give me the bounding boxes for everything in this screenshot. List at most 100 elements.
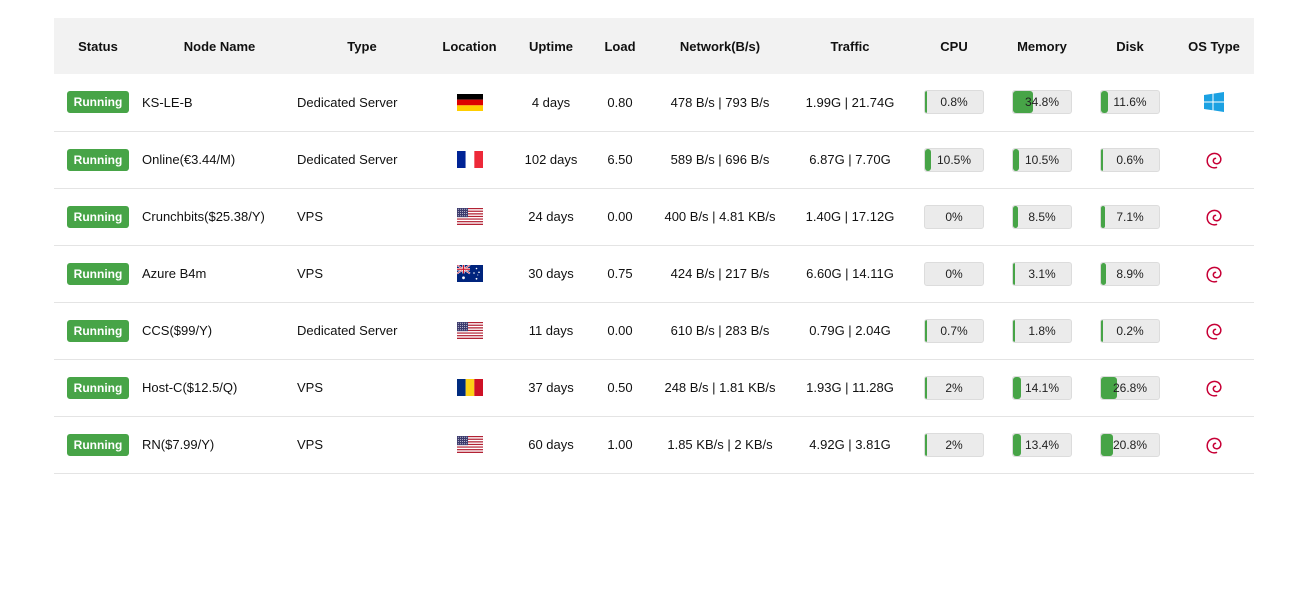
memory-value: 10.5%: [1024, 152, 1060, 167]
header-status[interactable]: Status: [54, 18, 142, 74]
debian-icon: [1203, 434, 1225, 456]
network: 589 B/s | 696 B/s: [670, 152, 770, 167]
memory-progress-bar: 13.4%: [1012, 432, 1072, 457]
os-cell: [1174, 302, 1254, 359]
memory-value: 3.1%: [1028, 266, 1056, 281]
header-type[interactable]: Type: [297, 18, 427, 74]
cpu-progress-fill: [925, 376, 927, 399]
romania-flag: [456, 379, 483, 397]
network: 248 B/s | 1.81 KB/s: [664, 380, 776, 395]
header-uptime[interactable]: Uptime: [512, 18, 590, 74]
uptime: 30 days: [528, 266, 574, 281]
node-type: VPS: [297, 380, 324, 395]
header-os-type[interactable]: OS Type: [1174, 18, 1254, 74]
germany-flag: [456, 93, 483, 111]
server-status-panel: Status Node Name Type Location Uptime Lo…: [54, 18, 1254, 474]
cpu-cell: 0%: [910, 245, 998, 302]
cpu-progress-fill: [925, 433, 927, 456]
uptime: 11 days: [528, 323, 574, 338]
cpu-value: 2%: [945, 437, 963, 452]
node-name: Azure B4m: [142, 266, 207, 281]
traffic: 6.60G | 14.11G: [806, 266, 894, 281]
traffic: 0.79G | 2.04G: [809, 323, 891, 338]
disk-progress-bar: 26.8%: [1100, 375, 1160, 400]
cpu-progress-bar: 0.8%: [924, 90, 984, 115]
header-traffic[interactable]: Traffic: [790, 18, 910, 74]
memory-cell: 13.4%: [998, 416, 1086, 473]
node-name: RN($7.99/Y): [142, 437, 215, 452]
table-row[interactable]: Running RN($7.99/Y) VPS 60 days 1.00 1.8…: [54, 416, 1254, 473]
memory-cell: 10.5%: [998, 131, 1086, 188]
header-memory[interactable]: Memory: [998, 18, 1086, 74]
cpu-cell: 0.8%: [910, 74, 998, 131]
disk-value: 20.8%: [1112, 437, 1148, 452]
header-network[interactable]: Network(B/s): [650, 18, 790, 74]
debian-icon: [1203, 377, 1225, 399]
load: 0.80: [607, 94, 633, 110]
disk-cell: 0.2%: [1086, 302, 1174, 359]
status-badge: Running: [66, 376, 130, 399]
table-header-row: Status Node Name Type Location Uptime Lo…: [54, 18, 1254, 74]
header-node-name[interactable]: Node Name: [142, 18, 297, 74]
disk-value: 11.6%: [1113, 95, 1147, 110]
disk-progress-fill: [1101, 319, 1103, 342]
memory-cell: 8.5%: [998, 188, 1086, 245]
cpu-value: 0.8%: [940, 95, 968, 110]
header-location[interactable]: Location: [427, 18, 512, 74]
location-cell: [427, 131, 512, 188]
cpu-progress-fill: [925, 148, 932, 171]
memory-value: 8.5%: [1028, 209, 1056, 224]
load: 6.50: [607, 152, 633, 167]
header-disk[interactable]: Disk: [1086, 18, 1174, 74]
memory-progress-fill: [1013, 319, 1015, 342]
table-row[interactable]: Running KS-LE-B Dedicated Server 4 days …: [54, 74, 1254, 131]
cpu-progress-fill: [925, 319, 927, 342]
node-name: Online(€3.44/M): [142, 152, 236, 167]
header-load[interactable]: Load: [590, 18, 650, 74]
os-cell: [1174, 131, 1254, 188]
cpu-progress-fill: [925, 91, 927, 114]
status-badge: Running: [66, 148, 130, 171]
memory-value: 13.4%: [1024, 437, 1060, 452]
status-badge: Running: [66, 319, 130, 342]
memory-progress-fill: [1013, 433, 1021, 456]
table-row[interactable]: Running Crunchbits($25.38/Y) VPS 24 days…: [54, 188, 1254, 245]
status-badge: Running: [66, 91, 130, 114]
disk-progress-fill: [1101, 433, 1114, 456]
memory-progress-bar: 14.1%: [1012, 375, 1072, 400]
cpu-value: 0%: [945, 209, 963, 224]
disk-value: 7.1%: [1116, 209, 1144, 224]
traffic: 1.93G | 11.28G: [806, 380, 894, 395]
traffic: 4.92G | 3.81G: [809, 437, 891, 452]
disk-progress-bar: 8.9%: [1100, 261, 1160, 286]
memory-cell: 14.1%: [998, 359, 1086, 416]
location-cell: [427, 302, 512, 359]
france-flag: [456, 151, 483, 169]
cpu-progress-bar: 2%: [924, 375, 984, 400]
memory-value: 34.8%: [1024, 95, 1060, 110]
header-cpu[interactable]: CPU: [910, 18, 998, 74]
memory-cell: 34.8%: [998, 74, 1086, 131]
table-row[interactable]: Running Online(€3.44/M) Dedicated Server…: [54, 131, 1254, 188]
cpu-cell: 0%: [910, 188, 998, 245]
node-type: Dedicated Server: [297, 323, 398, 338]
node-name: Host-C($12.5/Q): [142, 380, 238, 395]
table-row[interactable]: Running Host-C($12.5/Q) VPS 37 days 0.50…: [54, 359, 1254, 416]
memory-cell: 3.1%: [998, 245, 1086, 302]
disk-progress-fill: [1101, 262, 1107, 285]
table-row[interactable]: Running Azure B4m VPS 30 days 0.75 424 B…: [54, 245, 1254, 302]
usa-flag: [456, 322, 483, 340]
uptime: 4 days: [531, 94, 571, 110]
memory-progress-fill: [1013, 205, 1018, 228]
status-badge: Running: [66, 205, 130, 228]
table-row[interactable]: Running CCS($99/Y) Dedicated Server 11 d…: [54, 302, 1254, 359]
memory-progress-bar: 3.1%: [1012, 261, 1072, 286]
node-type: VPS: [297, 266, 324, 281]
node-type: Dedicated Server: [297, 94, 398, 110]
cpu-progress-bar: 0%: [924, 204, 984, 229]
load: 0.00: [607, 323, 633, 338]
disk-value: 0.2%: [1116, 323, 1144, 338]
node-type: VPS: [297, 209, 324, 224]
disk-cell: 20.8%: [1086, 416, 1174, 473]
status-cell: Running: [54, 74, 142, 131]
